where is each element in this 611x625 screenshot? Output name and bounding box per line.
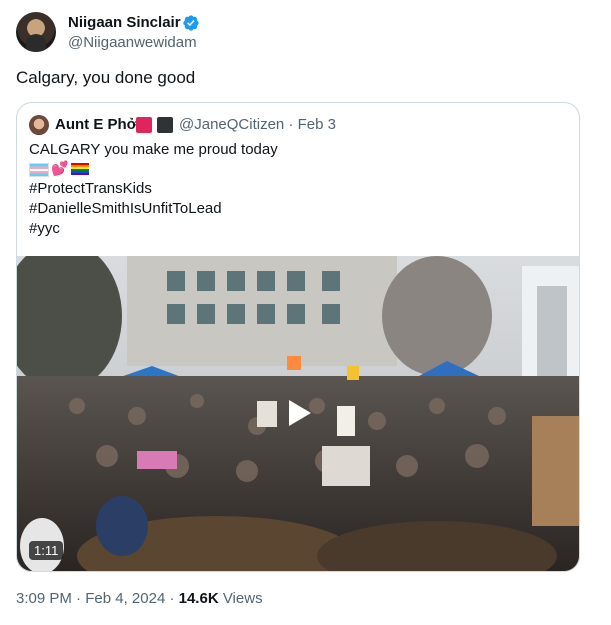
hashtag-link[interactable]: #ProtectTransKids — [29, 180, 152, 197]
red-square-icon — [136, 117, 152, 133]
trans-flag-icon — [29, 163, 49, 177]
views-label: Views — [218, 590, 263, 607]
verified-badge-icon — [183, 15, 199, 31]
tweet-text: Calgary, you done good — [16, 68, 196, 87]
video-thumbnail[interactable]: 1:11 — [17, 256, 579, 571]
tweet-meta: 3:09 PM · Feb 4, 2024 · 14.6K Views — [16, 590, 263, 607]
views-count[interactable]: 14.6K — [179, 590, 219, 607]
video-duration-badge: 1:11 — [29, 541, 64, 560]
hashtag-link[interactable]: #yyc — [29, 220, 60, 237]
hashtag-link[interactable]: #DanielleSmithIsUnfitToLead — [29, 200, 222, 217]
quote-handle-date[interactable]: @JaneQCitizen · Feb 3 — [179, 116, 336, 133]
quote-avatar[interactable] — [29, 115, 49, 135]
quote-author-name[interactable]: Aunt E Phở — [55, 116, 137, 133]
quote-text-line: CALGARY you make me proud today — [29, 141, 278, 158]
author-name[interactable]: Niigaan Sinclair — [68, 14, 181, 31]
author-handle[interactable]: @Niigaanwewidam — [68, 34, 197, 51]
black-square-icon — [157, 117, 173, 133]
rainbow-flag-icon — [71, 163, 89, 175]
play-icon[interactable] — [281, 396, 315, 430]
tweet-time[interactable]: 3:09 PM — [16, 590, 72, 607]
quoted-tweet[interactable]: Aunt E Phở @JaneQCitizen · Feb 3 CALGARY… — [16, 102, 580, 572]
tweet-date[interactable]: Feb 4, 2024 — [85, 590, 165, 607]
meta-separator: · — [71, 590, 86, 607]
author-avatar[interactable] — [16, 12, 56, 52]
hearts-icon: 💕 — [51, 160, 69, 176]
meta-separator: · — [165, 590, 179, 607]
